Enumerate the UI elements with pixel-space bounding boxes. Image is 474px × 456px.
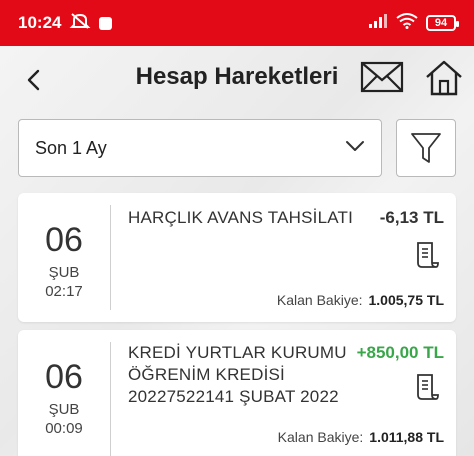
transaction-time: 02:17 (45, 283, 83, 300)
transaction-amount: -6,13 TL (379, 208, 444, 227)
remaining-balance: Kalan Bakiye: 1.005,75 TL (277, 292, 444, 308)
status-time: 10:24 (18, 13, 62, 32)
transaction-date: 06 ŞUB 00:09 (18, 358, 110, 437)
dnd-off-icon (69, 12, 91, 35)
back-button[interactable] (18, 64, 50, 96)
notification-icon (99, 16, 113, 30)
balance-label: Kalan Bakiye: (276, 292, 363, 308)
divider (110, 205, 111, 310)
chevron-left-icon (27, 69, 40, 91)
balance-value: 1.005,75 TL (368, 292, 445, 308)
description-line: ÖĞRENİM KREDİSİ (128, 365, 285, 384)
remaining-balance: Kalan Bakiye: 1.011,88 TL (278, 429, 444, 445)
receipt-icon[interactable] (414, 373, 440, 401)
transaction-description: KREDİ YURTLAR KURUMU ÖĞRENİM KREDİSİ 202… (128, 342, 347, 408)
description-line: HARÇLIK AVANS TAHSİLATI (128, 208, 354, 227)
signal-icon (368, 13, 388, 34)
home-button[interactable] (424, 58, 464, 98)
battery-indicator: 94 (426, 15, 459, 31)
status-bar: 10:24 94 (0, 0, 474, 46)
chevron-down-icon (345, 139, 365, 157)
transaction-time: 00:09 (45, 420, 83, 437)
transaction-month: ŞUB (48, 401, 80, 418)
period-dropdown[interactable]: Son 1 Ay (18, 119, 382, 177)
receipt-icon[interactable] (414, 241, 440, 269)
period-value: Son 1 Ay (35, 137, 107, 158)
description-line: KREDİ YURTLAR KURUMU (128, 343, 347, 362)
home-icon (426, 60, 462, 96)
transaction-month: ŞUB (48, 264, 80, 281)
transaction-card[interactable]: 06 ŞUB 00:09 KREDİ YURTLAR KURUMU ÖĞRENİ… (18, 330, 456, 456)
transaction-day: 06 (45, 358, 83, 396)
transaction-date: 06 ŞUB 02:17 (18, 221, 110, 300)
balance-label: Kalan Bakiye: (277, 429, 364, 445)
description-line: 20227522141 ŞUBAT 2022 (128, 387, 339, 406)
messages-button[interactable] (360, 60, 404, 94)
envelope-icon (360, 61, 404, 93)
transaction-card[interactable]: 06 ŞUB 02:17 HARÇLIK AVANS TAHSİLATI -6,… (18, 193, 456, 322)
balance-value: 1.011,88 TL (369, 429, 444, 445)
transaction-description: HARÇLIK AVANS TAHSİLATI (128, 207, 353, 229)
divider (110, 342, 111, 456)
transaction-amount: +850,00 TL (356, 343, 444, 362)
app-header: Hesap Hareketleri (0, 46, 474, 114)
wifi-icon (396, 12, 418, 34)
transaction-day: 06 (45, 221, 83, 259)
filter-button[interactable] (396, 119, 456, 177)
filter-funnel-icon (411, 133, 441, 163)
